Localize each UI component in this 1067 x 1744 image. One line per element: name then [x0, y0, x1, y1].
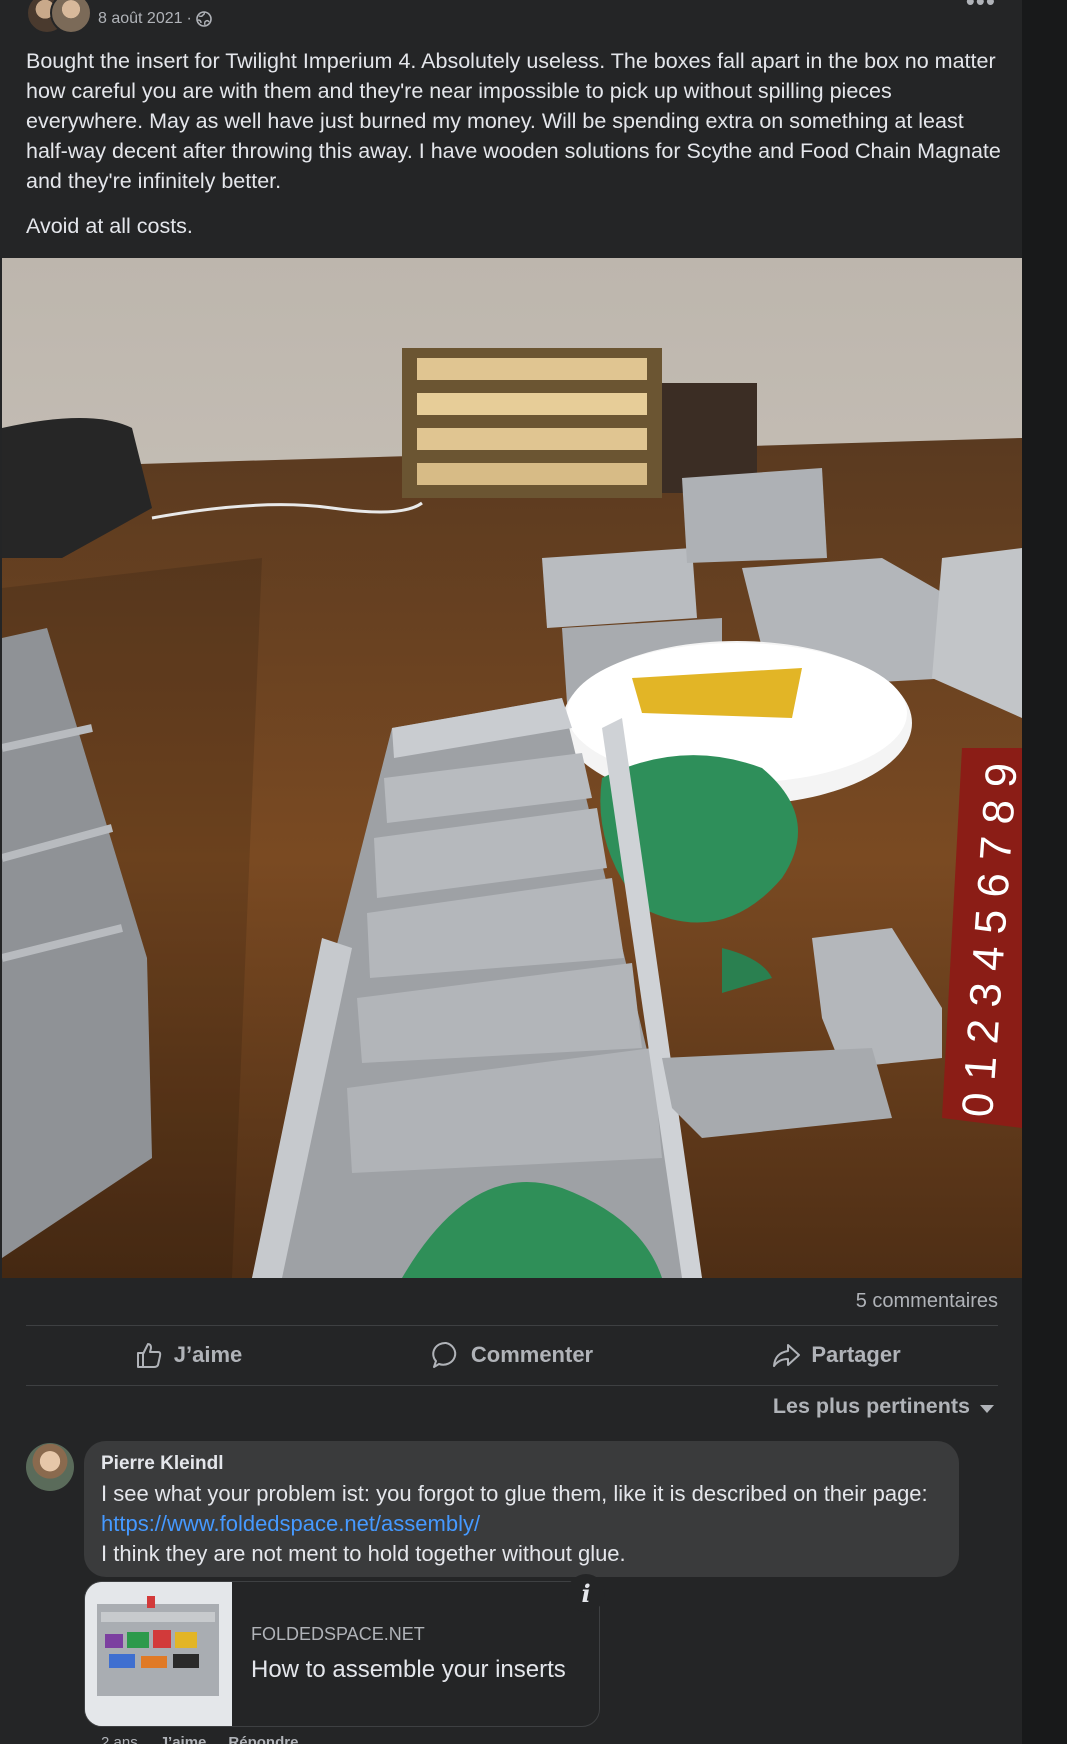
comment-bubble: Pierre Kleindl I see what your problem i… — [84, 1441, 959, 1577]
post-header: 8 août 2021 · ••• — [26, 0, 1016, 36]
comment-text-part: I think they are not ment to hold togeth… — [101, 1541, 626, 1566]
post-text-closing: Avoid at all costs. — [26, 214, 193, 238]
caret-down-icon — [980, 1404, 994, 1413]
comment-like-link[interactable]: J’aime — [160, 1734, 207, 1744]
link-preview-card[interactable]: FOLDEDSPACE.NET How to assemble your ins… — [84, 1581, 600, 1727]
divider — [26, 1385, 998, 1386]
link-title: How to assemble your inserts — [251, 1656, 566, 1683]
comment-footer: 2 ans J’aime Répondre — [101, 1734, 298, 1744]
post-actions: J’aime Commenter Partager — [26, 1327, 998, 1383]
sort-label: Les plus pertinents — [772, 1394, 970, 1418]
post-card: 8 août 2021 · ••• Bought the insert for … — [0, 0, 1022, 1744]
comment-time[interactable]: 2 ans — [101, 1734, 138, 1744]
thumbs-up-icon — [136, 1343, 161, 1368]
comment-reply-link[interactable]: Répondre — [228, 1734, 298, 1744]
comment-count[interactable]: 5 commentaires — [856, 1290, 998, 1313]
post-text: Bought the insert for Twilight Imperium … — [26, 49, 1001, 193]
link-domain: FOLDEDSPACE.NET — [251, 1624, 425, 1644]
comment-label: Commenter — [470, 1342, 594, 1367]
comment-text: I see what your problem ist: you forgot … — [101, 1479, 946, 1569]
share-button[interactable]: Partager — [674, 1327, 998, 1383]
like-button[interactable]: J’aime — [26, 1327, 350, 1383]
meta-separator: · — [186, 10, 192, 27]
link-preview-thumbnail — [85, 1582, 232, 1726]
author-avatars[interactable] — [26, 0, 92, 34]
avatar[interactable] — [50, 0, 92, 34]
like-label: J’aime — [173, 1342, 243, 1367]
comment-bubble-icon — [432, 1341, 457, 1368]
divider — [26, 1325, 998, 1326]
board-game-insert-photo[interactable]: 0 1 2 3 4 5 6 7 8 9 — [2, 258, 1022, 1278]
comment-sort-dropdown[interactable]: Les plus pertinents — [773, 1394, 994, 1419]
globe-icon — [196, 11, 212, 27]
avatar[interactable] — [26, 1443, 74, 1491]
comment-text-part: I see what your problem ist: you forgot … — [101, 1481, 928, 1506]
comment-button[interactable]: Commenter — [350, 1327, 674, 1383]
info-icon[interactable]: i — [567, 1574, 605, 1612]
comment-link[interactable]: https://www.foldedspace.net/assembly/ — [101, 1511, 480, 1536]
share-label: Partager — [811, 1342, 901, 1367]
comment-author[interactable]: Pierre Kleindl — [101, 1453, 224, 1475]
share-arrow-icon — [773, 1344, 801, 1367]
more-dots-icon[interactable]: ••• — [966, 0, 996, 14]
post-meta: 8 août 2021 · — [98, 10, 212, 28]
post-date[interactable]: 8 août 2021 — [98, 10, 183, 28]
